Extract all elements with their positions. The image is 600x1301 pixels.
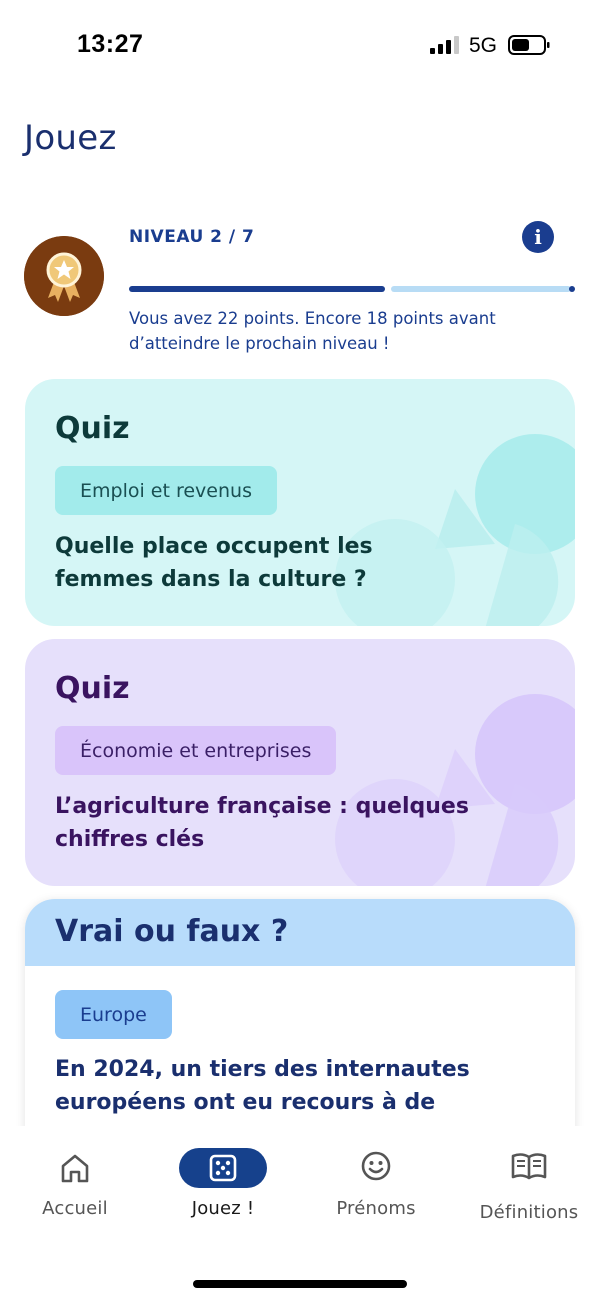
- category-tag: Emploi et revenus: [55, 466, 277, 515]
- tab-label: Prénoms: [336, 1198, 416, 1219]
- home-icon: [61, 1154, 89, 1183]
- card-question: L’agriculture française : quelques chiff…: [55, 794, 469, 852]
- active-tab-indicator: [179, 1148, 267, 1188]
- category-tag: Économie et entreprises: [55, 726, 337, 775]
- true-false-card-europe[interactable]: Vrai ou faux ? Europe En 2024, un tiers …: [25, 899, 575, 1159]
- category-tag: Europe: [55, 990, 172, 1039]
- card-type: Quiz: [55, 411, 130, 446]
- card-type: Vrai ou faux ?: [55, 914, 289, 949]
- signal-icon: [430, 36, 459, 54]
- quiz-card-agriculture[interactable]: Quiz Économie et entreprises L’agricultu…: [25, 639, 575, 886]
- level-progress-bar: [129, 286, 575, 292]
- tab-label: Définitions: [479, 1202, 579, 1223]
- tab-accueil[interactable]: Accueil: [0, 1126, 150, 1236]
- dice-icon: [209, 1154, 237, 1182]
- network-label: 5G: [469, 34, 498, 57]
- tab-prenoms[interactable]: Prénoms: [301, 1126, 451, 1236]
- page-title: Jouez: [24, 118, 117, 158]
- tab-label: Accueil: [42, 1198, 108, 1219]
- level-message: Vous avez 22 points. Encore 18 points av…: [129, 309, 496, 353]
- level-progress-end-dot: [569, 286, 575, 292]
- home-indicator: [193, 1280, 407, 1288]
- tab-label: Jouez !: [191, 1198, 255, 1219]
- card-type: Quiz: [55, 671, 130, 706]
- decorative-shapes: [335, 434, 575, 626]
- level-progress-fill: [129, 286, 385, 292]
- battery-icon: [508, 35, 550, 55]
- decorative-shapes: [335, 694, 575, 886]
- info-icon[interactable]: i: [522, 221, 554, 253]
- level-progress-remaining: [391, 286, 571, 292]
- status-time: 13:27: [77, 30, 144, 58]
- medal-icon: [24, 236, 104, 316]
- bottom-tab-bar: Accueil Jouez ! Prénoms Définitions: [0, 1126, 600, 1301]
- smiley-icon: [361, 1151, 391, 1181]
- tab-definitions[interactable]: Définitions: [454, 1126, 600, 1236]
- status-bar: 13:27 5G: [0, 0, 600, 90]
- level-label: NIVEAU 2 / 7: [129, 227, 255, 247]
- card-question: En 2024, un tiers des internautes europé…: [55, 1057, 470, 1115]
- card-question: Quelle place occupent les femmes dans la…: [55, 534, 373, 592]
- quiz-card-culture[interactable]: Quiz Emploi et revenus Quelle place occu…: [25, 379, 575, 626]
- tab-jouez[interactable]: Jouez !: [148, 1126, 298, 1236]
- book-icon: [511, 1153, 547, 1180]
